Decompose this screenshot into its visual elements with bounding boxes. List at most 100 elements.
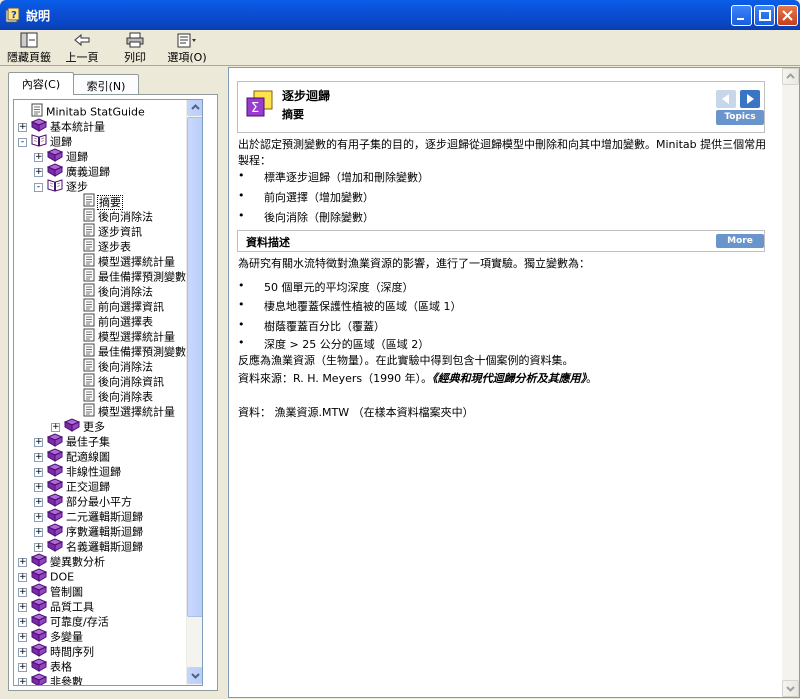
- tree-item[interactable]: + 更多: [51, 418, 105, 434]
- expand-icon[interactable]: +: [18, 122, 27, 132]
- expand-icon[interactable]: +: [34, 512, 43, 522]
- tree-item-label: 迴歸: [66, 150, 88, 164]
- tree-item[interactable]: + 管制圖: [18, 583, 83, 599]
- tree-item[interactable]: 最佳備擇預測變數表: [83, 343, 197, 359]
- tree-item-label: 最佳子集: [66, 435, 110, 449]
- tree-item[interactable]: + 時間序列: [18, 643, 94, 659]
- expand-icon[interactable]: +: [18, 557, 27, 567]
- expand-icon[interactable]: +: [34, 467, 43, 477]
- topics-button[interactable]: Topics: [716, 110, 764, 125]
- svg-text:?: ?: [11, 10, 17, 21]
- contents-panel: + 非參數 + 表格 + 時間序列 + 多變量 + 可靠度/存活 + 品質工具 + 管制圖 + DOE + 變異數…: [8, 94, 218, 691]
- print-button[interactable]: 列印: [118, 32, 152, 65]
- tree-item[interactable]: 後向消除資訊: [83, 373, 164, 389]
- tree-item-label: 模型選擇統計量: [98, 405, 175, 419]
- tree-item[interactable]: 模型選擇統計量: [83, 253, 175, 269]
- source-book: 《經典和現代迴歸分析及其應用》: [432, 372, 587, 385]
- tab-index[interactable]: 索引(N): [73, 74, 139, 94]
- expand-icon[interactable]: +: [34, 152, 43, 162]
- expand-icon[interactable]: +: [18, 662, 27, 672]
- hide-tabs-button[interactable]: 隱藏頁籤: [4, 32, 54, 65]
- tab-index-label: 索引(N): [86, 80, 126, 93]
- help-icon: ?: [5, 7, 20, 23]
- tree-item[interactable]: + 多變量: [18, 628, 83, 644]
- expand-icon[interactable]: +: [34, 542, 43, 552]
- topic-scroll-up-button[interactable]: [782, 68, 799, 85]
- tree-item-label: 非參數: [50, 675, 83, 686]
- collapse-icon[interactable]: -: [18, 137, 27, 147]
- minimize-button[interactable]: [731, 5, 752, 26]
- tree-item-label: 前向選擇表: [98, 315, 153, 329]
- tree-item[interactable]: 模型選擇統計量: [83, 403, 175, 419]
- expand-icon[interactable]: +: [34, 527, 43, 537]
- tree-item[interactable]: + 配適線圖: [34, 448, 110, 464]
- back-button[interactable]: 上一頁: [62, 32, 102, 65]
- tree-item-label: 表格: [50, 660, 72, 674]
- tree-item[interactable]: 摘要: [83, 193, 123, 211]
- topic-scrollbar[interactable]: [782, 68, 799, 697]
- expand-icon[interactable]: +: [18, 647, 27, 657]
- collapse-icon[interactable]: -: [34, 182, 43, 192]
- tree-item[interactable]: + 非參數: [18, 673, 83, 686]
- expand-icon[interactable]: +: [18, 677, 27, 685]
- chevron-down-icon: [191, 673, 200, 679]
- expand-icon[interactable]: +: [18, 572, 27, 582]
- close-icon: [782, 10, 793, 21]
- scroll-up-button[interactable]: [187, 100, 202, 116]
- tree-item-label: 逐步: [66, 180, 88, 194]
- expand-icon[interactable]: +: [34, 482, 43, 492]
- tree-item-label: 摘要: [97, 194, 123, 210]
- more-button[interactable]: More: [716, 234, 764, 248]
- expand-icon[interactable]: +: [18, 587, 27, 597]
- method-label: 標準逐步迴歸（增加和刪除變數）: [264, 171, 429, 184]
- tree-item[interactable]: Minitab StatGuide: [31, 103, 145, 119]
- expand-icon[interactable]: +: [34, 437, 43, 447]
- chevron-up-icon: [191, 104, 200, 110]
- description-text: 為研究有關水流特徵對漁業資源的影響，進行了一項實驗。獨立變數為：: [238, 257, 590, 270]
- tree-scrollbar[interactable]: [186, 100, 202, 685]
- tab-contents[interactable]: 內容(C): [8, 72, 74, 95]
- tree-item-label: 基本統計量: [50, 120, 105, 134]
- expand-icon[interactable]: +: [18, 617, 27, 627]
- previous-topic-icon[interactable]: [716, 90, 736, 108]
- tree-item[interactable]: + 正交迴歸: [34, 478, 110, 494]
- tree-item[interactable]: 模型選擇統計量: [83, 328, 175, 344]
- tree-item[interactable]: + 品質工具: [18, 598, 94, 614]
- back-label: 上一頁: [65, 51, 99, 64]
- expand-icon[interactable]: +: [18, 632, 27, 642]
- topic-header: Σ 逐步迴歸 摘要 Topics: [237, 81, 765, 133]
- tree-item-label: 逐步資訊: [98, 225, 142, 239]
- section-title: 資料描述: [246, 236, 290, 249]
- variable-label: 深度 > 25 公分的區域（區域 2）: [264, 338, 430, 351]
- toolbar: 隱藏頁籤 上一頁 列印 選項(O): [0, 30, 800, 66]
- scroll-thumb[interactable]: [187, 117, 202, 617]
- close-button[interactable]: [777, 5, 798, 26]
- tree-item-label: 正交迴歸: [66, 480, 110, 494]
- source-prefix: 資料來源：R. H. Meyers（1990 年）。: [238, 372, 433, 385]
- expand-icon[interactable]: +: [34, 452, 43, 462]
- expand-icon[interactable]: +: [34, 167, 43, 177]
- variable-label: 50 個單元的平均深度（深度）: [264, 281, 414, 294]
- tree-item[interactable]: + 廣義迴歸: [34, 163, 110, 179]
- tree-item-label: 後向消除法: [98, 210, 153, 224]
- topic-title: 逐步迴歸: [282, 89, 331, 103]
- options-button[interactable]: 選項(O): [165, 32, 209, 65]
- book-closed-icon: [30, 553, 48, 571]
- expand-icon[interactable]: +: [34, 497, 43, 507]
- method-label: 後向消除（刪除變數）: [264, 211, 374, 224]
- print-label: 列印: [124, 51, 146, 64]
- printer-icon: [126, 32, 144, 48]
- expand-icon[interactable]: +: [18, 602, 27, 612]
- book-closed-icon: [46, 148, 64, 166]
- tree-item[interactable]: 最佳備擇預測變數表: [83, 268, 197, 284]
- next-topic-icon[interactable]: [740, 90, 760, 108]
- expand-icon[interactable]: +: [51, 422, 60, 432]
- page-icon: [83, 193, 95, 211]
- tab-contents-label: 內容(C): [21, 78, 61, 91]
- tree-item-label: 最佳備擇預測變數表: [98, 345, 197, 359]
- scroll-down-button[interactable]: [187, 667, 202, 684]
- chevron-down-icon: [786, 686, 795, 692]
- topic-scroll-down-button[interactable]: [782, 680, 799, 697]
- maximize-button[interactable]: [754, 5, 775, 26]
- tree-item[interactable]: 前向選擇資訊: [83, 298, 164, 314]
